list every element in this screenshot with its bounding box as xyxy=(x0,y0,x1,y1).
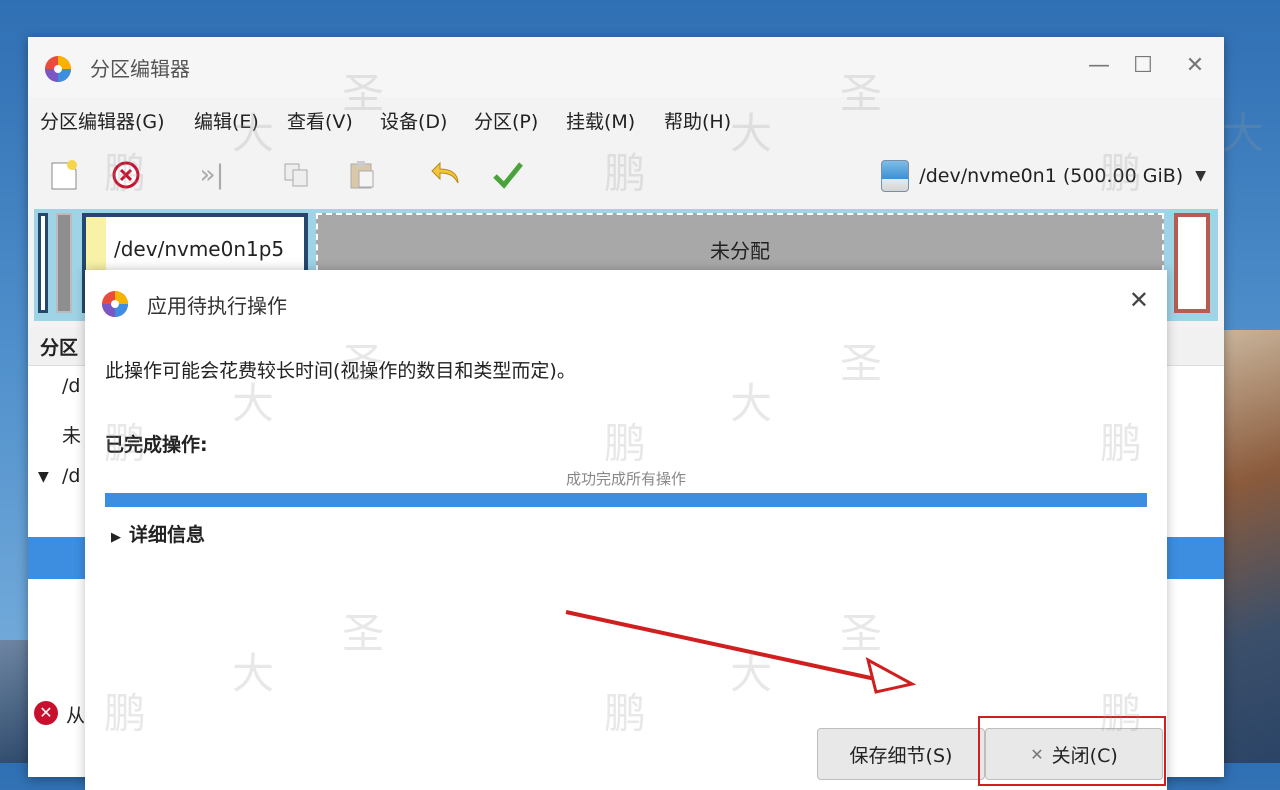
row-label: 未 xyxy=(62,425,82,447)
details-label: 详细信息 xyxy=(129,524,206,546)
unallocated-label: 未分配 xyxy=(710,239,770,263)
partition-segment[interactable] xyxy=(38,213,48,313)
minimize-button[interactable]: — xyxy=(1084,53,1114,79)
chevron-down-icon: ▼ xyxy=(1195,168,1206,184)
watermark: 鹏 xyxy=(604,689,647,738)
watermark: 鹏 xyxy=(104,419,147,468)
new-icon[interactable] xyxy=(46,157,82,193)
desktop-wallpaper-left xyxy=(0,640,30,763)
watermark: 圣 xyxy=(840,339,883,388)
copy-icon[interactable] xyxy=(278,157,314,193)
row-label: /d xyxy=(62,375,81,397)
progress-fill xyxy=(105,493,1147,507)
expand-triangle-icon: ▶ xyxy=(111,530,121,545)
progress-bar xyxy=(105,493,1147,507)
paste-icon[interactable] xyxy=(344,157,380,193)
menu-partition[interactable]: 分区(P) xyxy=(474,107,538,134)
dialog-title: 应用待执行操作 xyxy=(147,294,287,318)
device-selector[interactable]: /dev/nvme0n1 (500.00 GiB) ▼ xyxy=(881,159,1206,193)
menu-mount[interactable]: 挂载(M) xyxy=(566,107,635,134)
save-details-button[interactable]: 保存细节(S) xyxy=(817,728,985,780)
app-icon xyxy=(102,291,128,317)
dialog-close-icon[interactable]: ✕ xyxy=(1129,286,1149,314)
watermark: 大 xyxy=(232,379,275,428)
watermark: 鹏 xyxy=(604,419,647,468)
menubar: 分区编辑器(G) 编辑(E) 查看(V) 设备(D) 分区(P) 挂载(M) 帮… xyxy=(28,101,1224,137)
device-label: /dev/nvme0n1 (500.00 GiB) xyxy=(919,165,1184,187)
details-expander[interactable]: ▶ 详细信息 xyxy=(111,520,205,547)
column-partition[interactable]: 分区 xyxy=(40,333,78,360)
watermark: 鹏 xyxy=(1100,689,1143,738)
apply-icon[interactable] xyxy=(490,157,526,193)
desktop-wallpaper xyxy=(1220,330,1280,763)
row-label: /d xyxy=(62,465,81,487)
watermark: 圣 xyxy=(840,609,883,658)
watermark: 圣 xyxy=(342,69,385,118)
app-icon xyxy=(45,56,71,82)
partition-label: /dev/nvme0n1p5 xyxy=(114,237,285,261)
window-title: 分区编辑器 xyxy=(90,57,190,81)
progress-text: 成功完成所有操作 xyxy=(565,470,686,488)
dialog-message: 此操作可能会花费较长时间(视操作的数目和类型而定)。 xyxy=(105,360,576,382)
drive-icon xyxy=(881,160,910,192)
titlebar: 分区编辑器 — ☐ ✕ xyxy=(28,37,1224,97)
watermark: 圣 xyxy=(342,609,385,658)
watermark: 大 xyxy=(232,109,275,158)
watermark: 大 xyxy=(730,649,773,698)
watermark: 鹏 xyxy=(604,149,647,198)
watermark: 圣 xyxy=(342,339,385,388)
watermark: 大 xyxy=(232,649,275,698)
watermark: 圣 xyxy=(840,69,883,118)
watermark: 大 xyxy=(730,379,773,428)
watermark: 大 xyxy=(1222,109,1265,158)
menu-help[interactable]: 帮助(H) xyxy=(664,107,731,134)
resize-icon[interactable]: »| xyxy=(194,157,230,193)
status-text: 从 xyxy=(66,705,86,727)
error-icon: ✕ xyxy=(34,701,58,725)
menu-gparted[interactable]: 分区编辑器(G) xyxy=(40,107,165,134)
expander-icon[interactable]: ▼ xyxy=(38,469,49,485)
menu-device[interactable]: 设备(D) xyxy=(380,107,447,134)
watermark: 鹏 xyxy=(104,149,147,198)
partition-segment[interactable] xyxy=(1174,213,1210,313)
watermark: 鹏 xyxy=(104,689,147,738)
save-details-label: 保存细节(S) xyxy=(849,744,953,767)
close-window-button[interactable]: ✕ xyxy=(1180,53,1210,79)
partition-segment[interactable] xyxy=(56,213,72,313)
undo-icon[interactable] xyxy=(428,157,464,193)
maximize-button[interactable]: ☐ xyxy=(1128,53,1158,79)
watermark: 大 xyxy=(730,109,773,158)
watermark: 鹏 xyxy=(1100,419,1143,468)
watermark: 鹏 xyxy=(1100,149,1143,198)
